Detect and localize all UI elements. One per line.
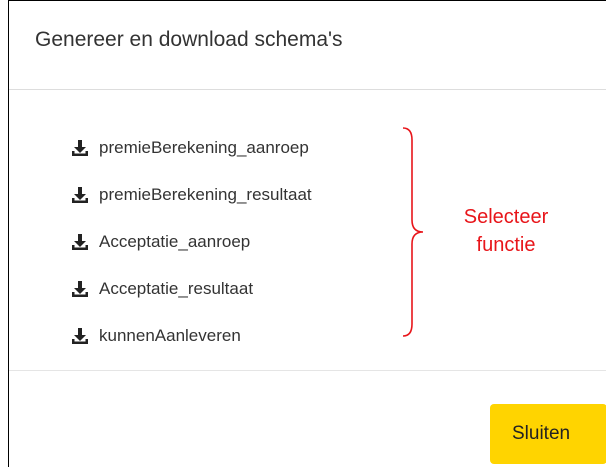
schema-item-kunnenaanleveren[interactable]: kunnenAanleveren (71, 312, 312, 359)
schema-item-label: kunnenAanleveren (99, 325, 241, 345)
dialog-title: Genereer en download schema's (35, 28, 343, 51)
schema-item-label: Acceptatie_resultaat (99, 278, 254, 298)
download-icon (72, 186, 88, 203)
annotation-line-2: functie (476, 234, 536, 256)
dialog-body: premieBerekening_aanroep premieBerekenin… (9, 90, 606, 370)
schema-item-premieberekening-aanroep[interactable]: premieBerekening_aanroep (71, 124, 312, 171)
close-button[interactable]: Sluiten (490, 404, 606, 464)
download-icon (72, 233, 88, 250)
download-icon (72, 280, 88, 297)
schema-item-label: premieBerekening_resultaat (99, 184, 312, 204)
download-icon (72, 139, 88, 156)
annotation-line-1: Selecteer (463, 206, 549, 228)
schema-item-label: premieBerekening_aanroep (99, 137, 309, 157)
dialog-header: Genereer en download schema's (9, 1, 606, 90)
schema-item-acceptatie-resultaat[interactable]: Acceptatie_resultaat (71, 265, 312, 312)
annotation-select-function: Selecteer functie (451, 203, 561, 259)
schema-list: premieBerekening_aanroep premieBerekenin… (71, 124, 312, 359)
dialog-footer: Sluiten (9, 370, 606, 469)
schema-item-acceptatie-aanroep[interactable]: Acceptatie_aanroep (71, 218, 312, 265)
schema-item-label: Acceptatie_aanroep (99, 231, 251, 251)
download-icon (72, 327, 88, 344)
schema-item-premieberekening-resultaat[interactable]: premieBerekening_resultaat (71, 171, 312, 218)
curly-brace-annotation (402, 127, 424, 337)
download-schemas-dialog: Genereer en download schema's premieBere… (8, 0, 606, 467)
